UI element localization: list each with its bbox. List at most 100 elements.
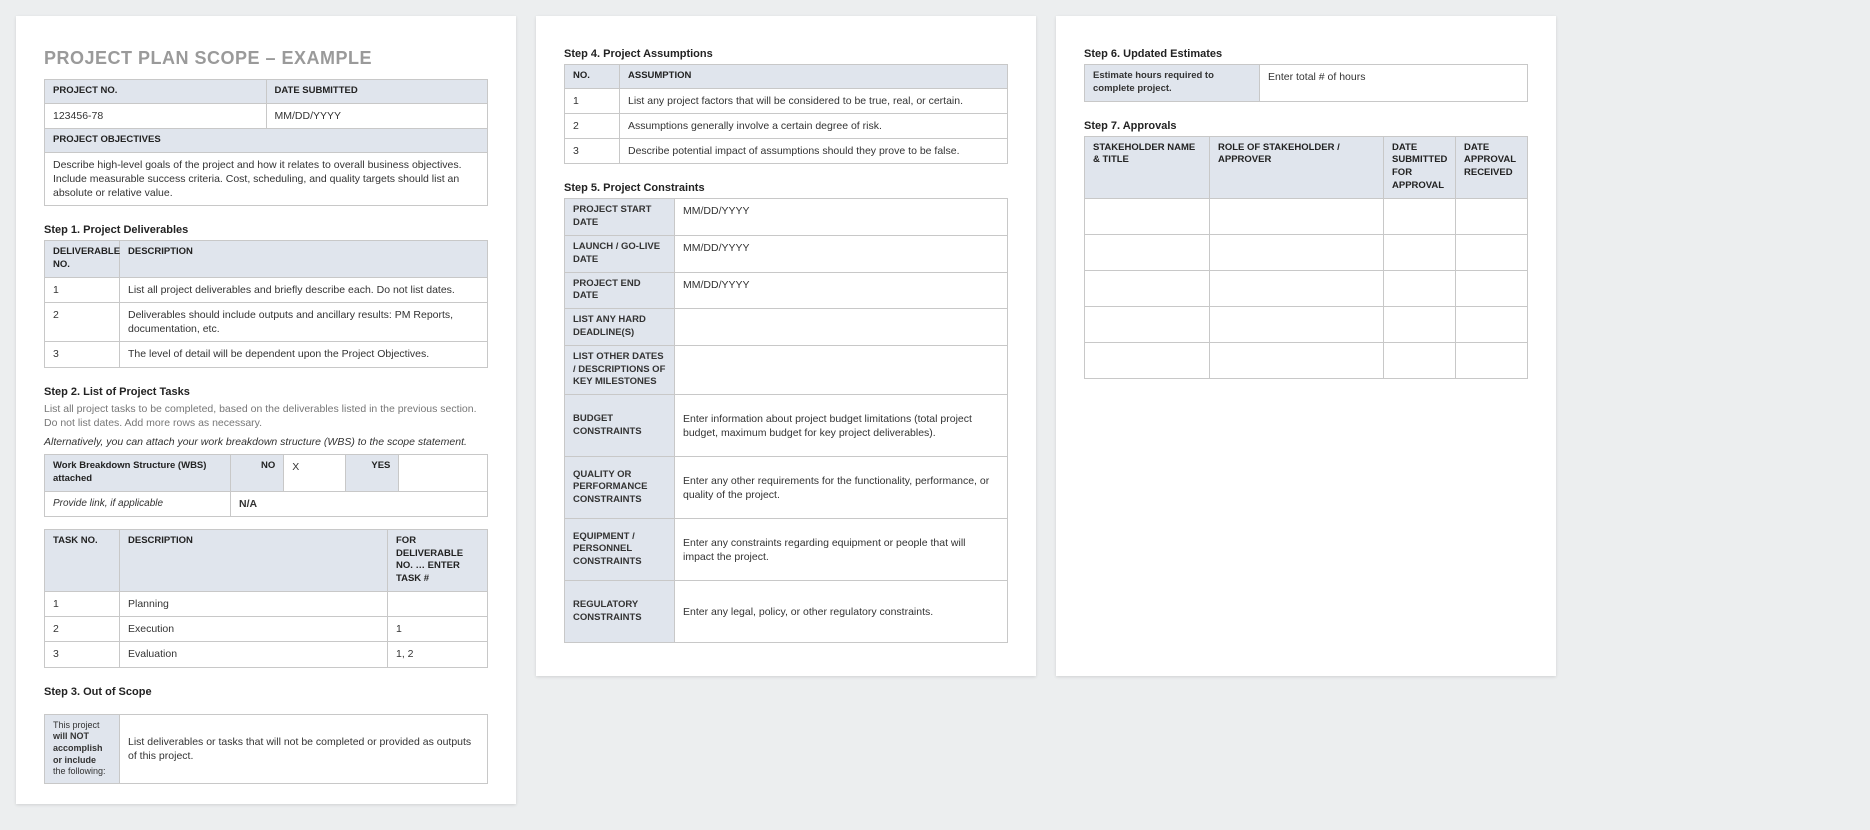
task-desc[interactable]: Evaluation [120,642,388,667]
budget-constraints-label: BUDGET CONSTRAINTS [565,395,675,457]
deliverable-no[interactable]: 2 [45,303,120,342]
equipment-constraints-label: EQUIPMENT / PERSONNEL CONSTRAINTS [565,519,675,581]
estimate-value[interactable]: Enter total # of hours [1260,65,1528,102]
regulatory-constraints-label: REGULATORY CONSTRAINTS [565,581,675,643]
table-row: 3 Describe potential impact of assumptio… [565,139,1008,164]
wbs-yes-value[interactable] [399,454,488,491]
regulatory-constraints-value[interactable]: Enter any legal, policy, or other regula… [675,581,1008,643]
assumption-desc[interactable]: Describe potential impact of assumptions… [620,139,1008,164]
start-date-label: PROJECT START DATE [565,199,675,236]
objectives-label: PROJECT OBJECTIVES [45,128,488,152]
task-desc[interactable]: Execution [120,617,388,642]
start-date-value[interactable]: MM/DD/YYYY [675,199,1008,236]
table-row: 1 List all project deliverables and brie… [45,277,488,302]
wbs-link-value[interactable]: N/A [231,491,488,516]
table-row [1085,234,1528,270]
table-row: 1 List any project factors that will be … [565,88,1008,113]
table-row: 3 Evaluation 1, 2 [45,642,488,667]
end-date-value[interactable]: MM/DD/YYYY [675,272,1008,309]
launch-date-value[interactable]: MM/DD/YYYY [675,235,1008,272]
step4-heading: Step 4. Project Assumptions [564,48,1008,60]
estimates-table: Estimate hours required to complete proj… [1084,64,1528,102]
deliverable-desc[interactable]: The level of detail will be dependent up… [120,342,488,367]
approvals-role-header: ROLE OF STAKEHOLDER / APPROVER [1210,136,1384,198]
table-row: 1 Planning [45,592,488,617]
project-no-label: PROJECT NO. [45,80,267,104]
table-row: 2 Execution 1 [45,617,488,642]
deliverable-no-header: DELIVERABLE NO. [45,241,120,278]
table-row: 3 The level of detail will be dependent … [45,342,488,367]
task-desc[interactable]: Planning [120,592,388,617]
other-dates-value[interactable] [675,345,1008,394]
assumption-no[interactable]: 2 [565,113,620,138]
wbs-yes-label: YES [346,454,399,491]
objectives-value[interactable]: Describe high-level goals of the project… [45,152,488,206]
table-row [1085,198,1528,234]
step1-heading: Step 1. Project Deliverables [44,224,488,236]
tasks-table: TASK NO. DESCRIPTION FOR DELIVERABLE NO.… [44,529,488,668]
out-of-scope-table: This project will NOT accomplish or incl… [44,714,488,784]
deliverable-desc-header: DESCRIPTION [120,241,488,278]
step6-heading: Step 6. Updated Estimates [1084,48,1528,60]
table-row [1085,270,1528,306]
page-3: Step 6. Updated Estimates Estimate hours… [1056,16,1556,676]
step2-heading: Step 2. List of Project Tasks [44,386,488,398]
date-submitted-value[interactable]: MM/DD/YYYY [266,103,488,128]
page-1: PROJECT PLAN SCOPE – EXAMPLE PROJECT NO.… [16,16,516,804]
approvals-name-header: STAKEHOLDER NAME & TITLE [1085,136,1210,198]
step2-subtext-italic: Alternatively, you can attach your work … [44,436,488,448]
step3-heading: Step 3. Out of Scope [44,686,488,698]
page-2: Step 4. Project Assumptions NO. ASSUMPTI… [536,16,1036,676]
date-submitted-label: DATE SUBMITTED [266,80,488,104]
assumption-no-header: NO. [565,65,620,89]
assumption-desc[interactable]: List any project factors that will be co… [620,88,1008,113]
assumptions-table: NO. ASSUMPTION 1 List any project factor… [564,64,1008,164]
wbs-link-label: Provide link, if applicable [45,491,231,516]
step7-heading: Step 7. Approvals [1084,120,1528,132]
task-no[interactable]: 1 [45,592,120,617]
end-date-label: PROJECT END DATE [565,272,675,309]
approvals-received-header: DATE APPROVAL RECEIVED [1456,136,1528,198]
hard-deadline-label: LIST ANY HARD DEADLINE(S) [565,309,675,346]
assumption-desc[interactable]: Assumptions generally involve a certain … [620,113,1008,138]
deliverable-desc[interactable]: List all project deliverables and briefl… [120,277,488,302]
wbs-label: Work Breakdown Structure (WBS) attached [45,454,231,491]
task-for[interactable]: 1 [388,617,488,642]
equipment-constraints-value[interactable]: Enter any constraints regarding equipmen… [675,519,1008,581]
assumption-no[interactable]: 3 [565,139,620,164]
assumption-header: ASSUMPTION [620,65,1008,89]
deliverable-no[interactable]: 1 [45,277,120,302]
approvals-submitted-header: DATE SUBMITTED FOR APPROVAL [1384,136,1456,198]
approvals-table: STAKEHOLDER NAME & TITLE ROLE OF STAKEHO… [1084,136,1528,379]
task-no-header: TASK NO. [45,529,120,591]
project-info-table: PROJECT NO. DATE SUBMITTED 123456-78 MM/… [44,79,488,206]
deliverables-table: DELIVERABLE NO. DESCRIPTION 1 List all p… [44,240,488,367]
task-no[interactable]: 2 [45,617,120,642]
constraints-table: PROJECT START DATE MM/DD/YYYY LAUNCH / G… [564,198,1008,643]
task-for[interactable]: 1, 2 [388,642,488,667]
quality-constraints-label: QUALITY OR PERFORMANCE CONSTRAINTS [565,457,675,519]
wbs-table: Work Breakdown Structure (WBS) attached … [44,454,488,517]
other-dates-label: LIST OTHER DATES / DESCRIPTIONS OF KEY M… [565,345,675,394]
task-no[interactable]: 3 [45,642,120,667]
assumption-no[interactable]: 1 [565,88,620,113]
deliverable-desc[interactable]: Deliverables should include outputs and … [120,303,488,342]
table-row: 2 Assumptions generally involve a certai… [565,113,1008,138]
wbs-no-label: NO [231,454,284,491]
oos-text2: the following: [53,766,106,776]
table-row: 2 Deliverables should include outputs an… [45,303,488,342]
out-of-scope-value[interactable]: List deliverables or tasks that will not… [120,714,488,783]
budget-constraints-value[interactable]: Enter information about project budget l… [675,395,1008,457]
project-no-value[interactable]: 123456-78 [45,103,267,128]
table-row [1085,342,1528,378]
wbs-no-value[interactable]: X [284,454,346,491]
table-row [1085,306,1528,342]
hard-deadline-value[interactable] [675,309,1008,346]
launch-date-label: LAUNCH / GO-LIVE DATE [565,235,675,272]
quality-constraints-value[interactable]: Enter any other requirements for the fun… [675,457,1008,519]
step2-subtext: List all project tasks to be completed, … [44,402,488,430]
deliverable-no[interactable]: 3 [45,342,120,367]
step5-heading: Step 5. Project Constraints [564,182,1008,194]
document-title: PROJECT PLAN SCOPE – EXAMPLE [44,48,488,69]
task-for[interactable] [388,592,488,617]
